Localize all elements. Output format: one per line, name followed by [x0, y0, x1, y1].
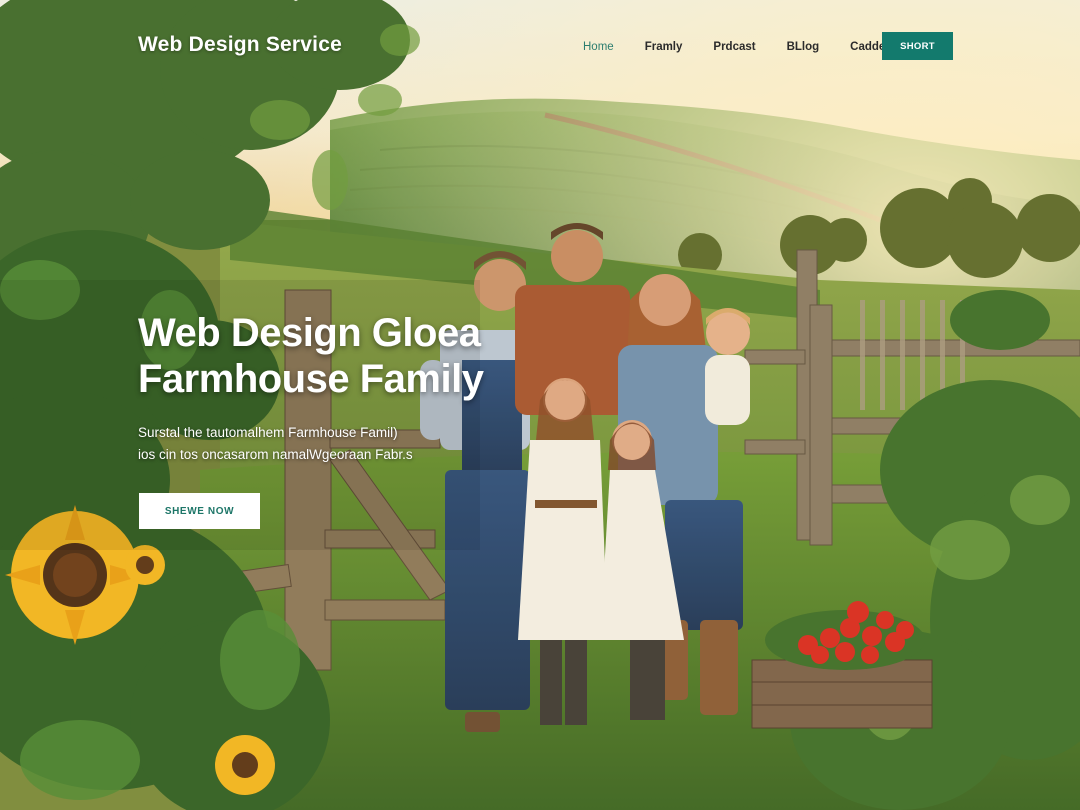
hero-title: Web Design Gloea Farmhouse Family [138, 310, 578, 402]
nav-bllog[interactable]: BLlog [787, 41, 820, 53]
brand-logo[interactable]: Web Design Service [138, 33, 342, 57]
hero-background-image [0, 0, 1080, 810]
page: Web Design Service Home Framly Prdcast B… [0, 0, 1080, 810]
hero-title-line1: Web Design Gloea [138, 311, 481, 355]
nav-home[interactable]: Home [583, 41, 614, 53]
hero-title-line2: Farmhouse Family [138, 357, 484, 401]
hero-subtitle-line1: Surstal the tautomalhem Farmhouse Famil) [138, 425, 398, 440]
nav-prdcast[interactable]: Prdcast [713, 41, 755, 53]
hero-subtitle-line2: ios cin tos oncasarom namalWgeoraan Fabr… [138, 447, 413, 462]
header-cta-button[interactable]: SHORT [882, 32, 953, 60]
main-nav: Home Framly Prdcast BLlog Cadder [583, 33, 921, 61]
nav-framly[interactable]: Framly [645, 41, 683, 53]
hero-subtitle: Surstal the tautomalhem Farmhouse Famil)… [138, 422, 458, 466]
hero-shop-now-button[interactable]: SHEWE NOW [139, 493, 260, 529]
